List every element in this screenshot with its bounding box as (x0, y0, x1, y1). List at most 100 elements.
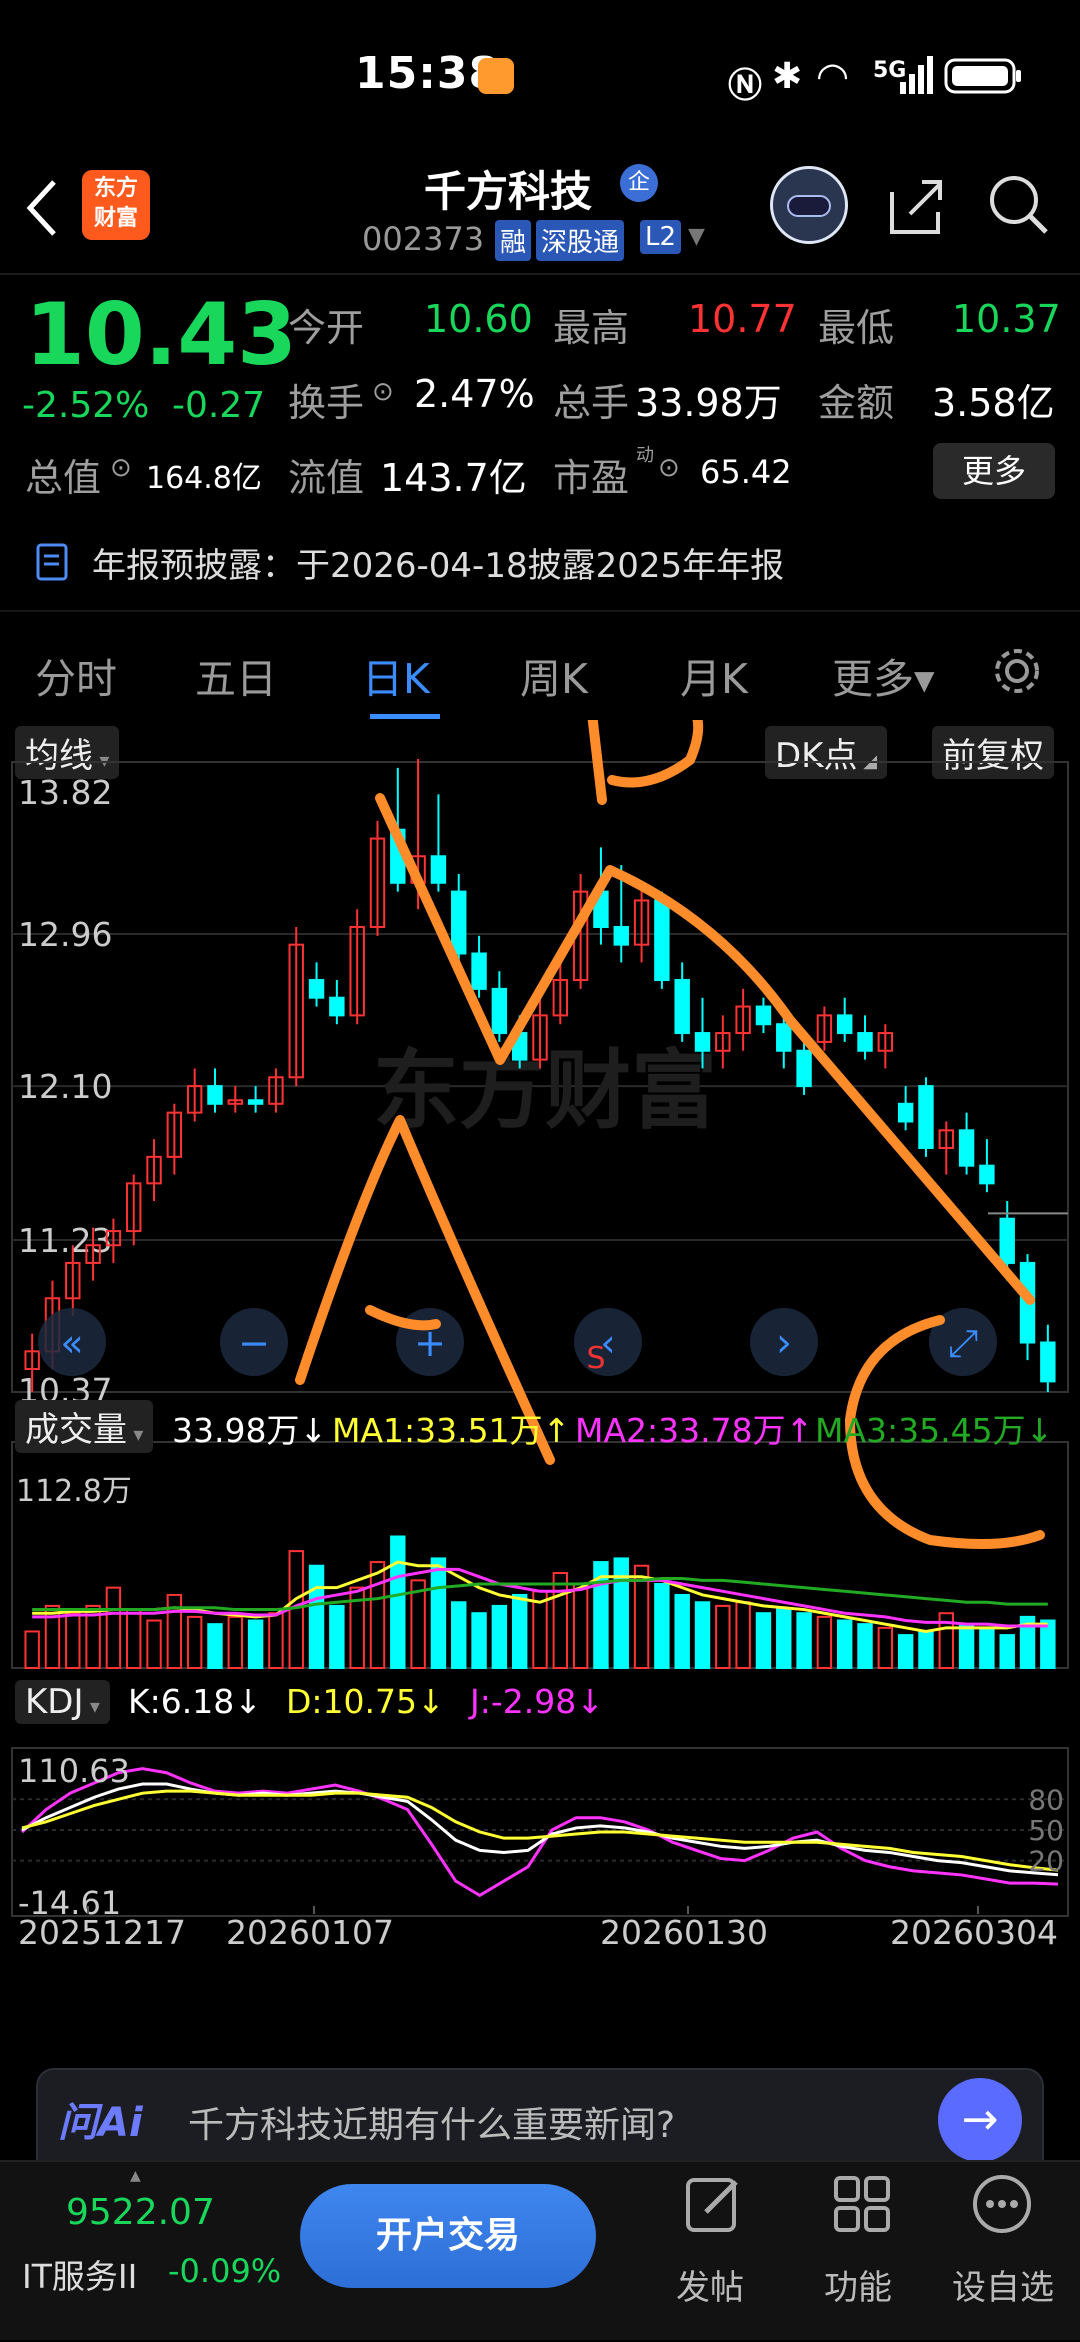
volume-bar (796, 1612, 812, 1670)
ma-overlay-label: S (586, 1341, 605, 1376)
tag-l2: L2 (640, 220, 682, 254)
high-value: 10.77 (688, 297, 797, 341)
edit-icon (686, 2178, 738, 2232)
candle-down (694, 1032, 711, 1052)
volume-bar (471, 1612, 487, 1670)
mcap-value: 164.8亿 (146, 461, 262, 496)
zoom-out-icon-glyph: − (238, 1321, 270, 1365)
kdj-legend-d: D:10.75↓ (286, 1682, 445, 1721)
volume-bar (694, 1601, 711, 1669)
volume-bar (877, 1626, 894, 1669)
candle-down (979, 1164, 995, 1185)
volume-bar (552, 1572, 569, 1669)
volume-bar (999, 1634, 1015, 1670)
candle-down (207, 1085, 223, 1105)
price-tick-label: 12.96 (18, 915, 112, 954)
tag-connect: 深股通 (536, 220, 625, 261)
pe-sup: 动 (636, 445, 654, 466)
tab-weekly-k[interactable]: 周K (520, 645, 588, 705)
volume-bar (958, 1623, 975, 1670)
tab-intraday[interactable]: 分时 (35, 645, 117, 705)
dropdown-icon[interactable]: ▼ (688, 224, 705, 249)
tab-five-day[interactable]: 五日 (195, 645, 277, 705)
ask-ai-bar[interactable]: 问Ai 千方科技近期有什么重要新闻? → (36, 2068, 1044, 2162)
info-icon[interactable]: ⊙ (658, 453, 680, 483)
volume-bar (105, 1586, 122, 1669)
notice-bar[interactable]: 年报预披露：于2026-04-18披露2025年年报 (0, 520, 1080, 600)
date-tick-label: 20251217 (18, 1913, 186, 1952)
volume-bar (816, 1615, 833, 1669)
chart-area: 均线 ▾ DK点 ◢ 前复权 13.82 12.96 12.10 11.23 10.37… (0, 720, 1080, 2040)
post-button[interactable]: 发帖 (670, 2172, 770, 2322)
tab-monthly-k[interactable]: 月K (680, 645, 748, 705)
candle-down (796, 1049, 812, 1088)
annotation-letter-b-stem (587, 720, 607, 805)
app-logo: 东方 财富 (82, 170, 150, 240)
bluetooth-icon: ✱ (772, 56, 803, 97)
wifi-icon: ◠ (816, 54, 850, 98)
stock-name: 千方科技 (424, 167, 593, 216)
share-icon[interactable] (882, 172, 948, 238)
price-tick-label: 11.23 (18, 1221, 112, 1260)
volume-legend-ma2: MA2:33.78万↑ (575, 1411, 814, 1450)
robot-avatar-icon[interactable] (770, 166, 848, 244)
tab-daily-k[interactable]: 日K (362, 645, 430, 705)
index-ticker[interactable]: ▲ 9522.07 IT服务II -0.09% (0, 2162, 290, 2342)
volume-bar (979, 1626, 995, 1669)
next-icon-glyph: › (776, 1320, 792, 1366)
trade-button[interactable]: 开户交易 (300, 2184, 596, 2288)
candle-down (491, 987, 508, 1035)
back-icon[interactable] (22, 178, 62, 238)
watchlist-button[interactable]: 设自选 (950, 2172, 1070, 2322)
arrow-right-icon[interactable]: → (938, 2078, 1022, 2162)
volume-bar (613, 1557, 629, 1670)
kdj-legend-j: J:-2.98↓ (470, 1682, 604, 1721)
volume-max-label: 112.8万 (16, 1474, 132, 1509)
volume-bar (511, 1593, 528, 1670)
index-value: 9522.07 (66, 2192, 215, 2233)
volume-panel-frame (11, 1441, 1069, 1669)
float-label: 流值 (288, 456, 365, 500)
tab-more[interactable]: 更多▾ (832, 645, 935, 705)
volume-bar (654, 1582, 670, 1670)
candle-down (308, 979, 325, 999)
chart-tabs: 分时 五日 日K 周K 月K 更多▾ (0, 610, 1080, 725)
volume-bar (126, 1608, 142, 1670)
info-icon[interactable]: ⊙ (110, 453, 132, 483)
volume-bar (918, 1630, 934, 1669)
amount-value: 3.58亿 (932, 381, 1055, 425)
bottom-bar: ▲ 9522.07 IT服务II -0.09% 开户交易 发帖 功能 设自选 (0, 2160, 1080, 2340)
volume-bar (24, 1630, 40, 1669)
volume-bar (491, 1604, 508, 1669)
battery-icon (944, 58, 1021, 94)
candlestick-chart[interactable]: 13.8212.9612.1011.2310.37东方财富« − + ‹ › ⤢S110.… (0, 720, 1080, 2040)
volume-bar (207, 1623, 223, 1670)
candle-down (247, 1099, 264, 1105)
document-icon (36, 543, 68, 581)
candle-down (329, 996, 345, 1017)
search-icon[interactable] (986, 172, 1052, 238)
more-button[interactable]: 更多 (933, 443, 1055, 499)
volume-ma2-line (32, 1567, 1048, 1628)
volume-bar (329, 1604, 345, 1669)
function-label: 功能 (824, 2268, 892, 2308)
stock-code: 002373 (362, 220, 485, 258)
pe-value: 65.42 (700, 453, 792, 491)
function-button[interactable]: 功能 (818, 2172, 918, 2322)
volume-bar (715, 1604, 731, 1669)
kdj-selector[interactable]: KDJ ▾ (15, 1680, 110, 1724)
volume-bar (369, 1561, 386, 1669)
turnover-value: 2.47% (414, 372, 535, 416)
signal-icon (900, 56, 933, 94)
candle-down (430, 855, 447, 884)
volume-bar (674, 1593, 690, 1670)
candle-down (471, 952, 487, 990)
info-icon[interactable]: ⊙ (372, 377, 394, 407)
volume-bar (430, 1557, 447, 1670)
settings-icon[interactable] (990, 644, 1044, 698)
notice-text: 年报预披露：于2026-04-18披露2025年年报 (92, 546, 785, 586)
volume-selector[interactable]: 成交量 ▾ (15, 1400, 154, 1453)
price-tick-label: 12.10 (18, 1067, 112, 1106)
volume-bar (857, 1623, 873, 1670)
amount-label: 金额 (818, 381, 895, 425)
